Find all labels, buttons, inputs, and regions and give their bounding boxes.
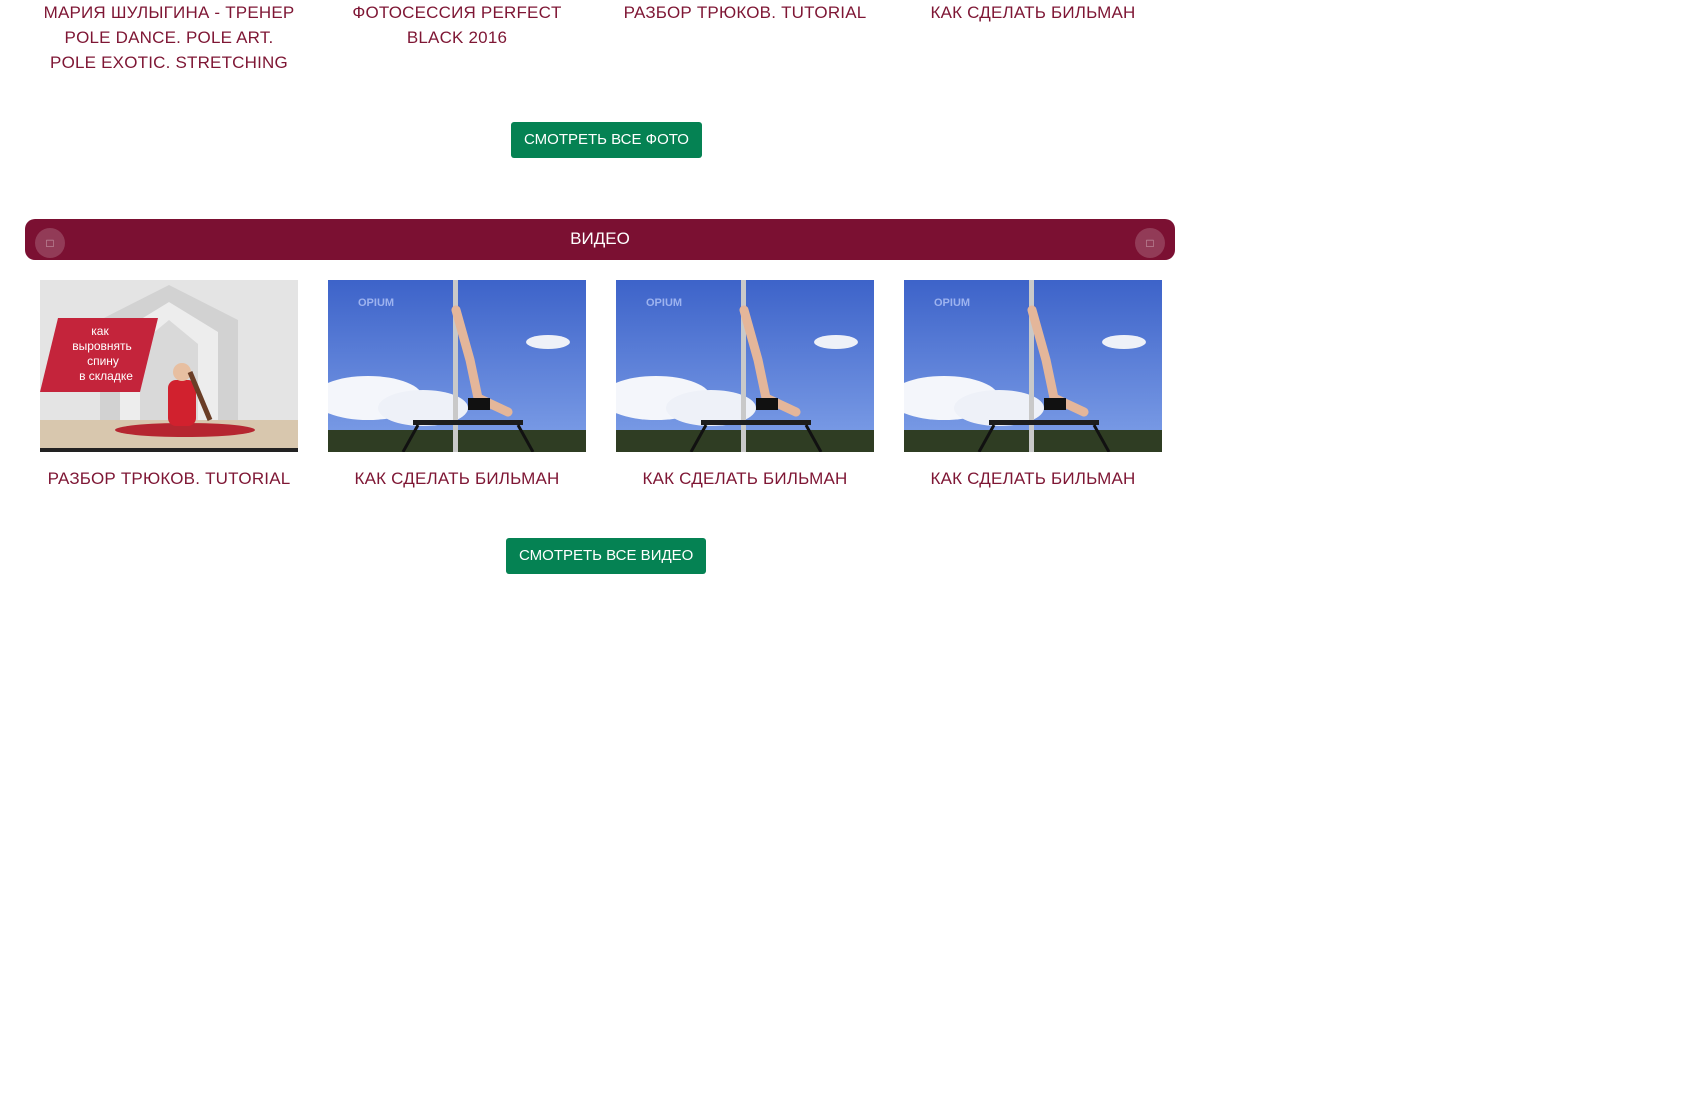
photo-item[interactable]: Как сделать бильман (904, 0, 1162, 25)
svg-text:спину: спину (87, 354, 119, 368)
video-thumbnail[interactable]: OPIUM (616, 280, 874, 452)
video-thumbnail[interactable]: OPIUM (328, 280, 586, 452)
video-thumbnail[interactable]: OPIUM (904, 280, 1162, 452)
thumb-text: OPIUM (934, 297, 970, 309)
photo-title[interactable]: Фотосессия Perfect Black 2016 (328, 0, 586, 50)
chevron-right-icon[interactable]: □ (1135, 228, 1165, 258)
photo-title[interactable]: Разбор трюков. Tutorial (616, 0, 874, 25)
svg-text:выровнять: выровнять (72, 339, 132, 353)
video-title[interactable]: Как сделать бильман (904, 466, 1162, 491)
view-all-photos-button[interactable]: Смотреть все фото (511, 122, 702, 158)
video-title[interactable]: Разбор трюков. Tutorial (40, 466, 298, 491)
section-title: Видео (570, 229, 630, 248)
video-title[interactable]: Как сделать бильман (616, 466, 874, 491)
view-all-videos-button[interactable]: Смотреть все видео (506, 538, 707, 574)
video-title[interactable]: Как сделать бильман (328, 466, 586, 491)
thumb-text: как (91, 324, 109, 338)
photo-title[interactable]: Мария Шулыгина - тренер Pole Dance. Pole… (40, 0, 298, 75)
photo-item[interactable]: Мария Шулыгина - тренер Pole Dance. Pole… (40, 0, 298, 75)
photo-item[interactable]: Фотосессия Perfect Black 2016 (328, 0, 586, 50)
photo-title[interactable]: Как сделать бильман (904, 0, 1162, 25)
video-thumbnail[interactable]: как выровнять спину в складке (40, 280, 298, 452)
video-section-header: □ Видео □ (25, 219, 1175, 260)
thumb-text: OPIUM (646, 297, 682, 309)
svg-text:в складке: в складке (79, 369, 133, 383)
photo-item[interactable]: Разбор трюков. Tutorial (616, 0, 874, 25)
thumb-text: OPIUM (358, 297, 394, 309)
